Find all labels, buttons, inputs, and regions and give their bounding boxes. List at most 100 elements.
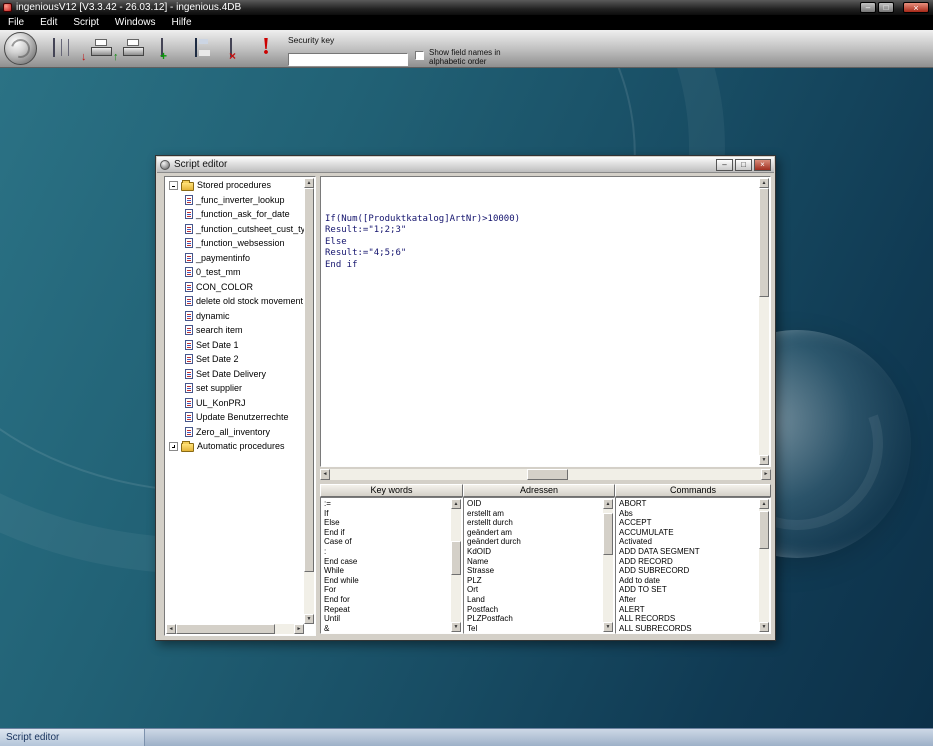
list-item[interactable]: Repeat <box>322 605 451 615</box>
list-item[interactable]: While <box>322 566 451 576</box>
tree-item[interactable]: delete old stock movement <box>166 294 304 309</box>
menu-item[interactable]: Script <box>65 15 107 30</box>
list-item[interactable]: PLZPostfach <box>465 614 603 624</box>
save-icon[interactable] <box>195 38 197 57</box>
list-item[interactable]: PLZ <box>465 576 603 586</box>
list-item[interactable]: ADD RECORD <box>617 557 759 567</box>
list-item[interactable]: Else <box>322 518 451 528</box>
list-item[interactable]: ADD TO SET <box>617 585 759 595</box>
commands-header[interactable]: Commands <box>615 484 771 497</box>
scroll-right-button[interactable] <box>294 624 304 634</box>
table-design-icon[interactable] <box>53 38 55 57</box>
list-item[interactable]: Land <box>465 595 603 605</box>
commands-scrollbar[interactable] <box>759 499 769 632</box>
security-key-input[interactable] <box>288 53 408 66</box>
menu-item[interactable]: Windows <box>107 15 164 30</box>
list-item[interactable]: Ort <box>465 585 603 595</box>
list-item[interactable]: geändert am <box>465 528 603 538</box>
tree-item[interactable]: Set Date 1 <box>166 338 304 353</box>
tree-item[interactable]: _function_cutsheet_cust_typ <box>166 222 304 237</box>
list-item[interactable]: Postfach <box>465 605 603 615</box>
code-editor[interactable]: If(Num([Produktkatalog]ArtNr)>10000)Resu… <box>320 176 771 467</box>
list-item[interactable]: KdOID <box>465 547 603 557</box>
list-item[interactable]: Add to date <box>617 576 759 586</box>
alphabetic-order-checkbox[interactable] <box>415 51 424 60</box>
menu-item[interactable]: Edit <box>32 15 65 30</box>
minimize-button[interactable] <box>860 2 876 13</box>
list-item[interactable]: End case <box>322 557 451 567</box>
list-item[interactable]: ACCEPT <box>617 518 759 528</box>
tree-item[interactable]: set supplier <box>166 381 304 396</box>
list-item[interactable]: End if <box>322 528 451 538</box>
list-item[interactable]: Strasse <box>465 566 603 576</box>
list-item[interactable]: ACCUMULATE <box>617 528 759 538</box>
list-item[interactable]: Name <box>465 557 603 567</box>
list-item[interactable]: Activated <box>617 537 759 547</box>
tree-root-automatic-procedures[interactable]: Automatic procedures <box>166 439 304 454</box>
list-item[interactable]: erstellt am <box>465 509 603 519</box>
list-item[interactable]: For <box>322 585 451 595</box>
list-item[interactable]: & <box>322 624 451 632</box>
list-item[interactable]: ADD SUBRECORD <box>617 566 759 576</box>
list-item[interactable]: End while <box>322 576 451 586</box>
list-item[interactable]: Tel <box>465 624 603 632</box>
list-item[interactable]: ALL RECORDS <box>617 614 759 624</box>
tree-vertical-scrollbar[interactable] <box>304 178 314 624</box>
scroll-thumb[interactable] <box>304 188 314 572</box>
scroll-down-button[interactable] <box>603 622 613 632</box>
list-item[interactable]: : <box>322 547 451 557</box>
scroll-down-button[interactable] <box>759 622 769 632</box>
tree-item[interactable]: 0_test_mm <box>166 265 304 280</box>
list-item[interactable]: := <box>322 499 451 509</box>
list-item[interactable]: ALERT <box>617 605 759 615</box>
menu-item[interactable]: File <box>0 15 32 30</box>
code-text[interactable]: If(Num([Produktkatalog]ArtNr)>10000)Resu… <box>325 179 756 464</box>
list-item[interactable]: Case of <box>322 537 451 547</box>
scroll-up-button[interactable] <box>759 178 769 188</box>
tree-item[interactable]: CON_COLOR <box>166 280 304 295</box>
scroll-up-button[interactable] <box>304 178 314 188</box>
script-editor-maximize-button[interactable] <box>735 159 752 171</box>
tree-item[interactable]: UL_KonPRJ <box>166 396 304 411</box>
tree-item[interactable]: _paymentinfo <box>166 251 304 266</box>
scroll-thumb[interactable] <box>176 624 275 634</box>
fields-header[interactable]: Adressen <box>463 484 615 497</box>
scroll-down-button[interactable] <box>304 614 314 624</box>
keywords-header[interactable]: Key words <box>320 484 463 497</box>
tree-root-stored-procedures[interactable]: Stored procedures <box>166 178 304 193</box>
script-editor-close-button[interactable] <box>754 159 771 171</box>
scroll-thumb[interactable] <box>603 513 613 555</box>
list-item[interactable]: End for <box>322 595 451 605</box>
fields-scrollbar[interactable] <box>603 499 613 632</box>
list-item[interactable]: Abs <box>617 509 759 519</box>
code-vertical-scrollbar[interactable] <box>759 178 769 465</box>
tree-item[interactable]: search item <box>166 323 304 338</box>
close-button[interactable] <box>903 2 929 13</box>
maximize-button[interactable] <box>878 2 894 13</box>
scroll-up-button[interactable] <box>759 499 769 509</box>
list-item[interactable]: Until <box>322 614 451 624</box>
scroll-down-button[interactable] <box>759 455 769 465</box>
scroll-left-button[interactable] <box>320 469 330 480</box>
list-item[interactable]: After <box>617 595 759 605</box>
tree-item[interactable]: dynamic <box>166 309 304 324</box>
tree-item[interactable]: Set Date 2 <box>166 352 304 367</box>
list-item[interactable]: erstellt durch <box>465 518 603 528</box>
tree-item[interactable]: _function_websession <box>166 236 304 251</box>
tree-item[interactable]: _function_ask_for_date <box>166 207 304 222</box>
scroll-thumb[interactable] <box>451 541 461 575</box>
list-item[interactable]: ADD DATA SEGMENT <box>617 547 759 557</box>
scroll-left-button[interactable] <box>166 624 176 634</box>
list-item[interactable]: ALL SUBRECORDS <box>617 624 759 632</box>
scroll-thumb[interactable] <box>759 188 769 297</box>
list-item[interactable]: ABORT <box>617 499 759 509</box>
collapse-icon[interactable] <box>169 181 178 190</box>
menu-item[interactable]: Hilfe <box>164 15 200 30</box>
list-item[interactable]: If <box>322 509 451 519</box>
tree-item[interactable]: Set Date Delivery <box>166 367 304 382</box>
tree-item[interactable]: Zero_all_inventory <box>166 425 304 440</box>
expand-icon[interactable] <box>169 442 178 451</box>
scroll-thumb[interactable] <box>759 511 769 549</box>
scroll-up-button[interactable] <box>603 499 613 509</box>
taskbar-item-script-editor[interactable]: Script editor <box>0 729 145 746</box>
